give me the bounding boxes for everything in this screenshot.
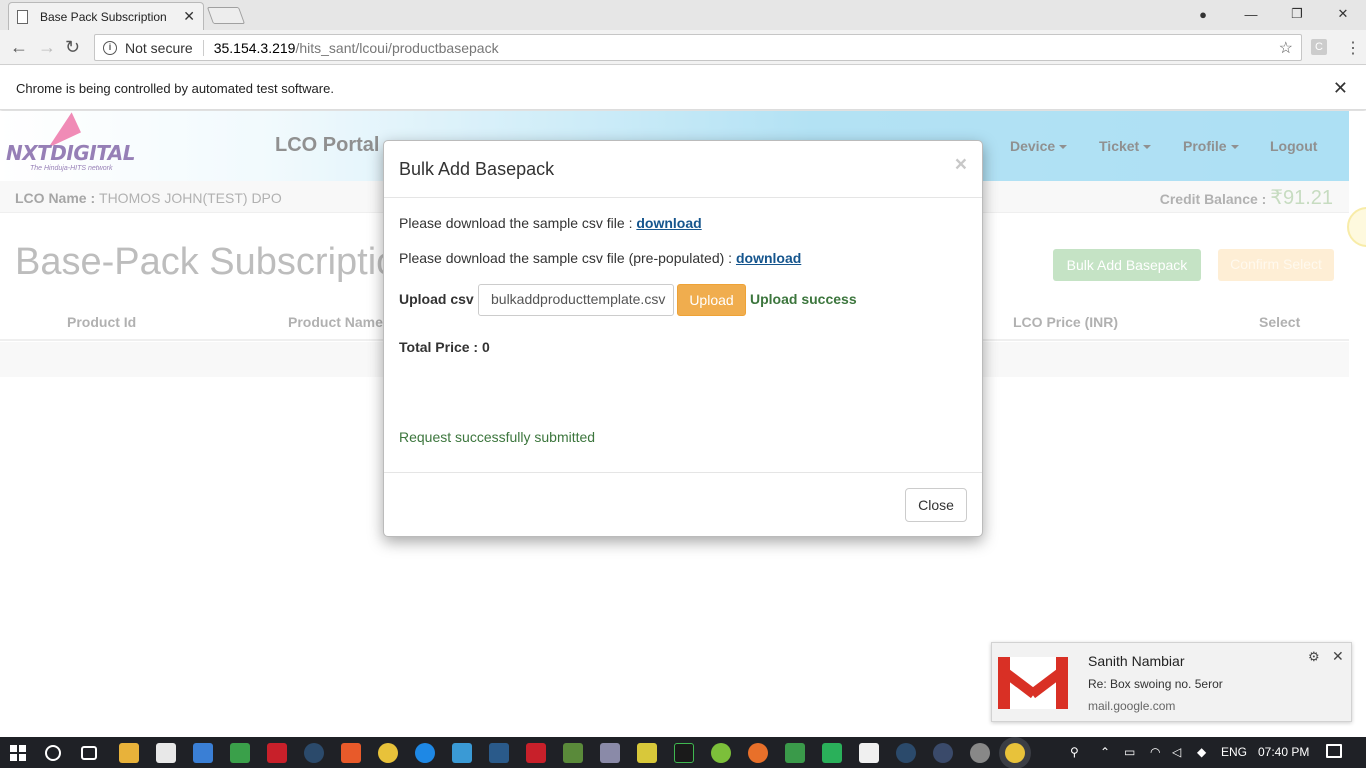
dropbox-icon[interactable]: ◆: [1197, 745, 1206, 759]
security-label: Not secure: [125, 39, 193, 56]
teamviewer-icon[interactable]: [415, 743, 435, 763]
document-icon: [17, 9, 28, 24]
chrome-icon[interactable]: [378, 743, 398, 763]
download-sample-link[interactable]: download: [636, 215, 701, 231]
infobar-message: Chrome is being controlled by automated …: [16, 81, 334, 96]
notification-subject: Re: Box swoing no. 5eror: [1088, 677, 1223, 691]
windows-taskbar: ⚲ ⌃ ▭ ◠ ◁ ◆ ENG 07:40 PM: [0, 737, 1366, 768]
gmail-icon: [998, 657, 1068, 709]
app-icon[interactable]: [933, 743, 953, 763]
tab-title: Base Pack Subscription: [40, 9, 167, 24]
restore-icon[interactable]: ❐: [1274, 0, 1320, 28]
notification-source: mail.google.com: [1088, 699, 1176, 713]
account-icon[interactable]: ●: [1178, 0, 1228, 28]
upload-button[interactable]: Upload: [677, 284, 746, 316]
people-icon[interactable]: ⚲: [1070, 745, 1079, 759]
download-prepopulated-link[interactable]: download: [736, 250, 801, 266]
chrome-menu-icon[interactable]: ⋮: [1345, 38, 1361, 58]
close-button[interactable]: Close: [905, 488, 967, 522]
gear-icon[interactable]: ⚙: [1308, 649, 1320, 665]
app-icon[interactable]: [822, 743, 842, 763]
address-bar[interactable]: i Not secure 35.154.3.219/hits_sant/lcou…: [94, 34, 1302, 61]
modal-title: Bulk Add Basepack: [399, 159, 555, 179]
new-tab-button[interactable]: [206, 7, 246, 24]
app-icon[interactable]: [896, 743, 916, 763]
omnibox-divider: [202, 39, 204, 56]
tab-close-icon[interactable]: ✕: [183, 8, 195, 25]
settings-icon[interactable]: [970, 743, 990, 763]
app-icon[interactable]: [452, 743, 472, 763]
language-indicator[interactable]: ENG: [1221, 745, 1247, 759]
gmail-notification[interactable]: Sanith Nambiar Re: Box swoing no. 5eror …: [991, 642, 1352, 722]
file-explorer-icon[interactable]: [119, 743, 139, 763]
bulk-add-modal: Bulk Add Basepack × Please download the …: [383, 140, 983, 537]
info-icon[interactable]: i: [103, 40, 117, 55]
app-icon[interactable]: [859, 743, 879, 763]
download-prepopulated-text: Please download the sample csv file (pre…: [399, 250, 733, 266]
app-icon[interactable]: [230, 743, 250, 763]
url-host: 35.154.3.219: [213, 39, 296, 56]
automation-infobar: Chrome is being controlled by automated …: [0, 66, 1366, 110]
window-controls: ● — ❐ ✕: [1178, 0, 1366, 30]
app-icon[interactable]: [563, 743, 583, 763]
app-icon[interactable]: [341, 743, 361, 763]
forward-arrow-icon[interactable]: →: [38, 37, 56, 58]
infobar-close-icon[interactable]: ✕: [1333, 78, 1348, 99]
search-icon[interactable]: [45, 745, 61, 761]
url-path: /hits_sant/lcoui/productbasepack: [295, 39, 499, 56]
upload-status: Upload success: [750, 291, 857, 307]
window-close-icon[interactable]: ✕: [1320, 0, 1366, 28]
download-prepopulated-line: Please download the sample csv file (pre…: [399, 250, 801, 266]
minimize-icon[interactable]: —: [1228, 0, 1274, 28]
notification-close-icon[interactable]: ✕: [1332, 648, 1344, 665]
modal-close-icon[interactable]: ×: [955, 153, 967, 177]
modal-header: Bulk Add Basepack ×: [384, 141, 982, 198]
notification-sender: Sanith Nambiar: [1088, 653, 1185, 669]
app-icon[interactable]: [193, 743, 213, 763]
bookmark-star-icon[interactable]: ☆: [1279, 38, 1293, 58]
wifi-icon[interactable]: ◠: [1150, 745, 1160, 759]
chevron-up-icon[interactable]: ⌃: [1100, 745, 1110, 759]
volume-icon[interactable]: ◁: [1172, 745, 1181, 759]
browser-toolbar: ← → ↻ i Not secure 35.154.3.219/hits_san…: [0, 30, 1366, 65]
back-arrow-icon[interactable]: ←: [10, 37, 28, 58]
chrome-active-icon[interactable]: [1005, 743, 1025, 763]
csv-file-input[interactable]: bulkaddproducttemplate.csv: [478, 284, 674, 316]
upload-csv-label: Upload csv: [399, 291, 474, 307]
battery-icon[interactable]: ▭: [1124, 745, 1135, 759]
reload-icon[interactable]: ↻: [65, 37, 80, 58]
browser-tab[interactable]: Base Pack Subscription ✕: [8, 2, 204, 30]
app-icon[interactable]: [637, 743, 657, 763]
app-icon[interactable]: [304, 743, 324, 763]
system-clock[interactable]: 07:40 PM: [1258, 745, 1309, 759]
request-status-message: Request successfully submitted: [399, 429, 596, 445]
app-icon[interactable]: [785, 743, 805, 763]
total-price: Total Price : 0: [399, 339, 490, 355]
windows-start-icon[interactable]: [10, 745, 26, 761]
app-icon[interactable]: [600, 743, 620, 763]
firefox-icon[interactable]: [748, 743, 768, 763]
mcafee-icon[interactable]: [267, 743, 287, 763]
pycharm-icon[interactable]: [674, 743, 694, 763]
store-icon[interactable]: [156, 743, 176, 763]
app-icon[interactable]: [489, 743, 509, 763]
modal-footer: Close: [384, 472, 982, 536]
task-view-icon[interactable]: [81, 746, 97, 760]
download-sample-text: Please download the sample csv file :: [399, 215, 633, 231]
android-icon[interactable]: [711, 743, 731, 763]
download-sample-line: Please download the sample csv file : do…: [399, 215, 702, 231]
browser-tab-strip: Base Pack Subscription ✕ ● — ❐ ✕: [0, 0, 1366, 30]
app-icon[interactable]: [526, 743, 546, 763]
extension-icon[interactable]: C: [1311, 39, 1327, 55]
action-center-icon[interactable]: [1326, 744, 1342, 758]
